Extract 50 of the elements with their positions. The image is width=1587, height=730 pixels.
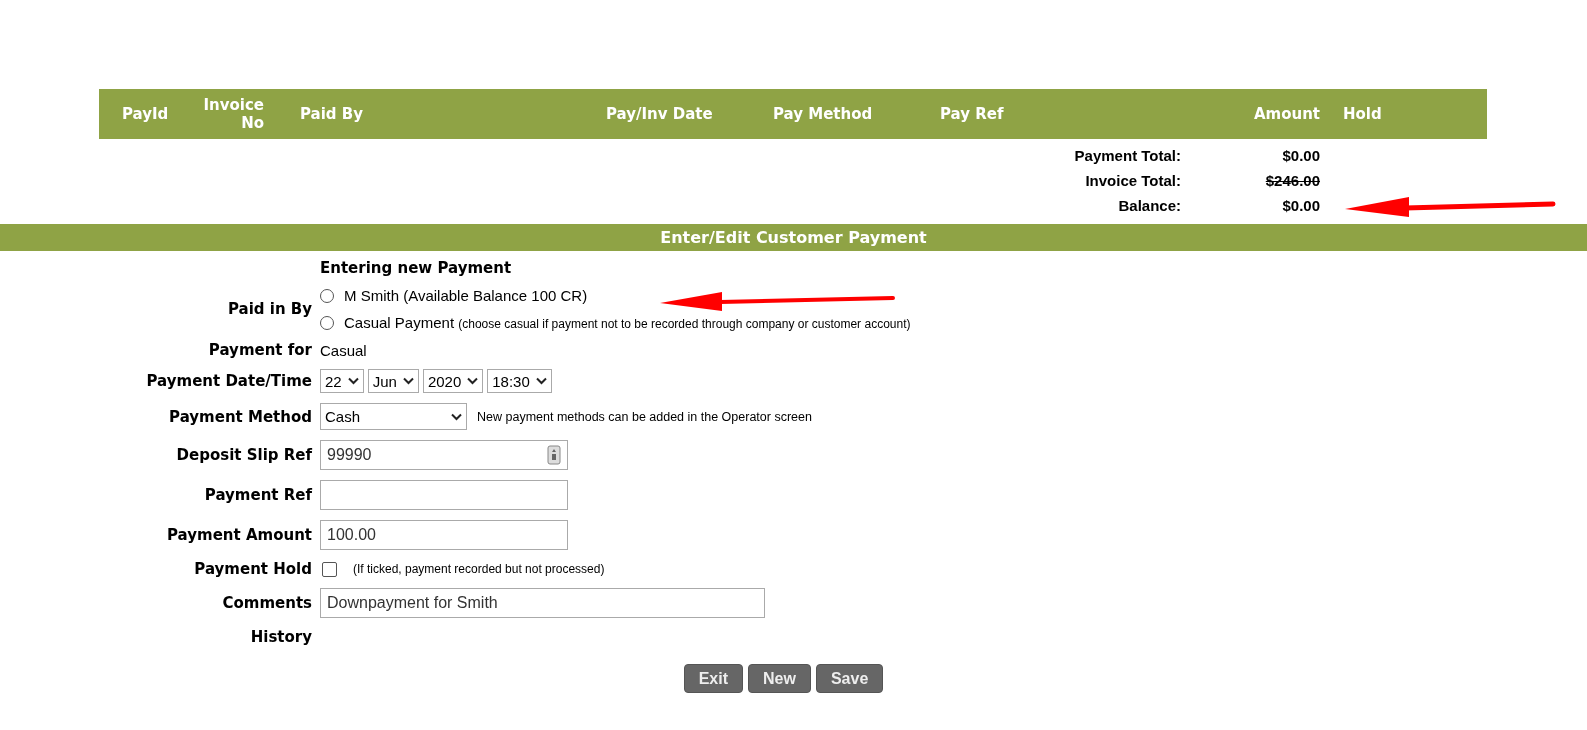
total-label: Payment Total: — [1073, 147, 1181, 164]
input-field[interactable]: Downpayment for Smith — [320, 588, 765, 618]
column-header: Amount — [1253, 105, 1320, 123]
column-header: Hold — [1343, 105, 1382, 123]
column-header: Invoice No — [203, 96, 264, 132]
checkbox[interactable] — [322, 561, 337, 577]
action-button[interactable]: New — [748, 664, 811, 693]
column-header: Pay Ref — [940, 105, 1004, 123]
radio-label: Casual Payment (choose casual if payment not to be recorded through company or customer account) — [344, 314, 911, 331]
column-header: Paid By — [300, 105, 364, 123]
hint-text: (If ticked, payment recorded but not processed) — [353, 562, 605, 576]
field-label: History — [249, 628, 312, 646]
form-heading: Entering new Payment — [320, 259, 513, 277]
field-label: Payment Method — [168, 407, 312, 426]
field-label: Payment Hold — [193, 560, 312, 578]
field-label: Payment Amount — [166, 526, 312, 544]
input-field[interactable]: 99990 — [320, 440, 568, 470]
section-title: Enter/Edit Customer Payment — [660, 228, 927, 247]
total-value: $246.00 — [1265, 172, 1320, 189]
field-label: Payment Ref — [203, 486, 312, 504]
caret-icon — [535, 377, 547, 385]
field-label: Paid in By — [226, 300, 312, 318]
total-value: $0.00 — [1282, 147, 1320, 164]
column-header: Pay/Inv Date — [606, 105, 713, 123]
action-button[interactable]: Save — [815, 664, 884, 693]
total-label: Invoice Total: — [1084, 172, 1181, 189]
input-field[interactable] — [320, 480, 568, 510]
column-header: Pay Method — [773, 105, 873, 123]
caret-icon — [402, 377, 414, 385]
field-value: Casual — [320, 341, 368, 359]
field-label: Comments — [221, 594, 312, 612]
field-label: Deposit Slip Ref — [175, 446, 312, 464]
hint-text: New payment methods can be added in the Operator screen — [477, 409, 812, 424]
dropdown[interactable]: 2020 — [422, 369, 484, 393]
field-label: Payment for — [207, 341, 312, 359]
action-button[interactable]: Exit — [683, 664, 744, 693]
dropdown[interactable]: Jun — [367, 369, 419, 393]
caret-icon — [467, 377, 479, 385]
field-label: Payment Date/Time — [145, 372, 312, 390]
dropdown[interactable]: Cash — [320, 403, 467, 430]
caret-icon — [347, 377, 359, 385]
field-icon — [547, 445, 561, 465]
radio-label: M Smith (Available Balance 100 CR) — [344, 287, 588, 304]
input-field[interactable]: 100.00 — [320, 520, 568, 550]
caret-icon — [451, 412, 462, 421]
dropdown[interactable]: 18:30 — [487, 369, 552, 393]
dropdown[interactable]: 22 — [320, 369, 364, 393]
total-value: $0.00 — [1282, 197, 1320, 214]
total-label: Balance: — [1117, 197, 1181, 214]
column-header: PayId — [122, 105, 169, 123]
